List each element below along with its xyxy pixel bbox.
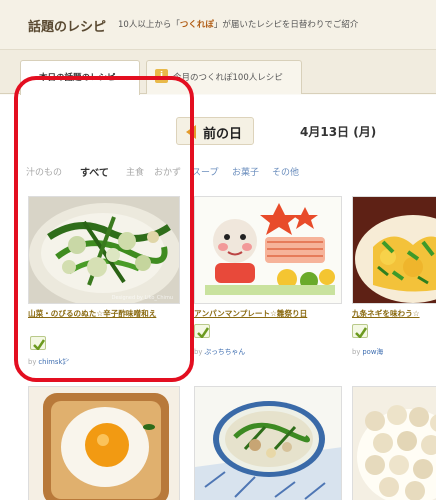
recipe-card [28, 386, 180, 500]
by-label: by [352, 348, 361, 356]
page: 話題のレシピ 10人以上から「つくれぽ」が届いたレシピを日替わりでご紹介 本日の… [0, 0, 436, 500]
subtitle-text: 10人以上から「 [118, 20, 180, 30]
recipe-author: by pow海 [352, 346, 383, 356]
recipe-title-link[interactable]: 九条ネギを味わう☆ [352, 308, 436, 320]
recipe-image[interactable] [352, 196, 436, 304]
author-link[interactable]: pow海 [362, 348, 383, 356]
tsukurepo-link[interactable]: つくれぽ [180, 20, 214, 30]
recipe-card [352, 386, 436, 500]
recipe-image[interactable] [194, 386, 342, 500]
recipe-card: アンパンマンプレート☆雛祭り日 by ぷっちちゃん [194, 196, 342, 376]
subtitle-text-rest: 」が届いたレシピを日替わりでご紹介 [213, 20, 359, 30]
recipe-card: 九条ネギを味わう☆ by pow海 [352, 196, 436, 376]
tsukurepo-badge[interactable] [352, 324, 368, 338]
category-other[interactable]: その他 [272, 165, 299, 178]
recipe-author: by ぷっちちゃん [194, 346, 245, 356]
tab-monthly-label: 今月のつくれぽ100人レシピ [173, 73, 283, 83]
prev-day-label: 前の日 [203, 127, 243, 142]
tsukurepo-icon [355, 327, 368, 338]
tsukurepo-badge[interactable] [194, 324, 210, 338]
category-soup[interactable]: スープ [192, 165, 218, 178]
current-date: 4月13日 (月) [300, 125, 377, 139]
by-label: by [194, 348, 203, 356]
recipe-card [194, 386, 342, 500]
recipe-image[interactable] [352, 386, 436, 500]
category-sweets[interactable]: お菓子 [232, 165, 259, 178]
tsukurepo-icon [197, 327, 210, 338]
page-header: 話題のレシピ 10人以上から「つくれぽ」が届いたレシピを日替わりでご紹介 [0, 0, 436, 50]
recipe-title-link[interactable]: アンパンマンプレート☆雛祭り日 [194, 308, 342, 320]
page-subtitle: 10人以上から「つくれぽ」が届いたレシピを日替わりでご紹介 [118, 18, 358, 30]
highlight-annotation [14, 76, 194, 382]
recipe-image[interactable] [28, 386, 180, 500]
author-link[interactable]: ぷっちちゃん [204, 348, 245, 356]
recipe-image[interactable] [194, 196, 342, 304]
page-title: 話題のレシピ [28, 20, 107, 35]
